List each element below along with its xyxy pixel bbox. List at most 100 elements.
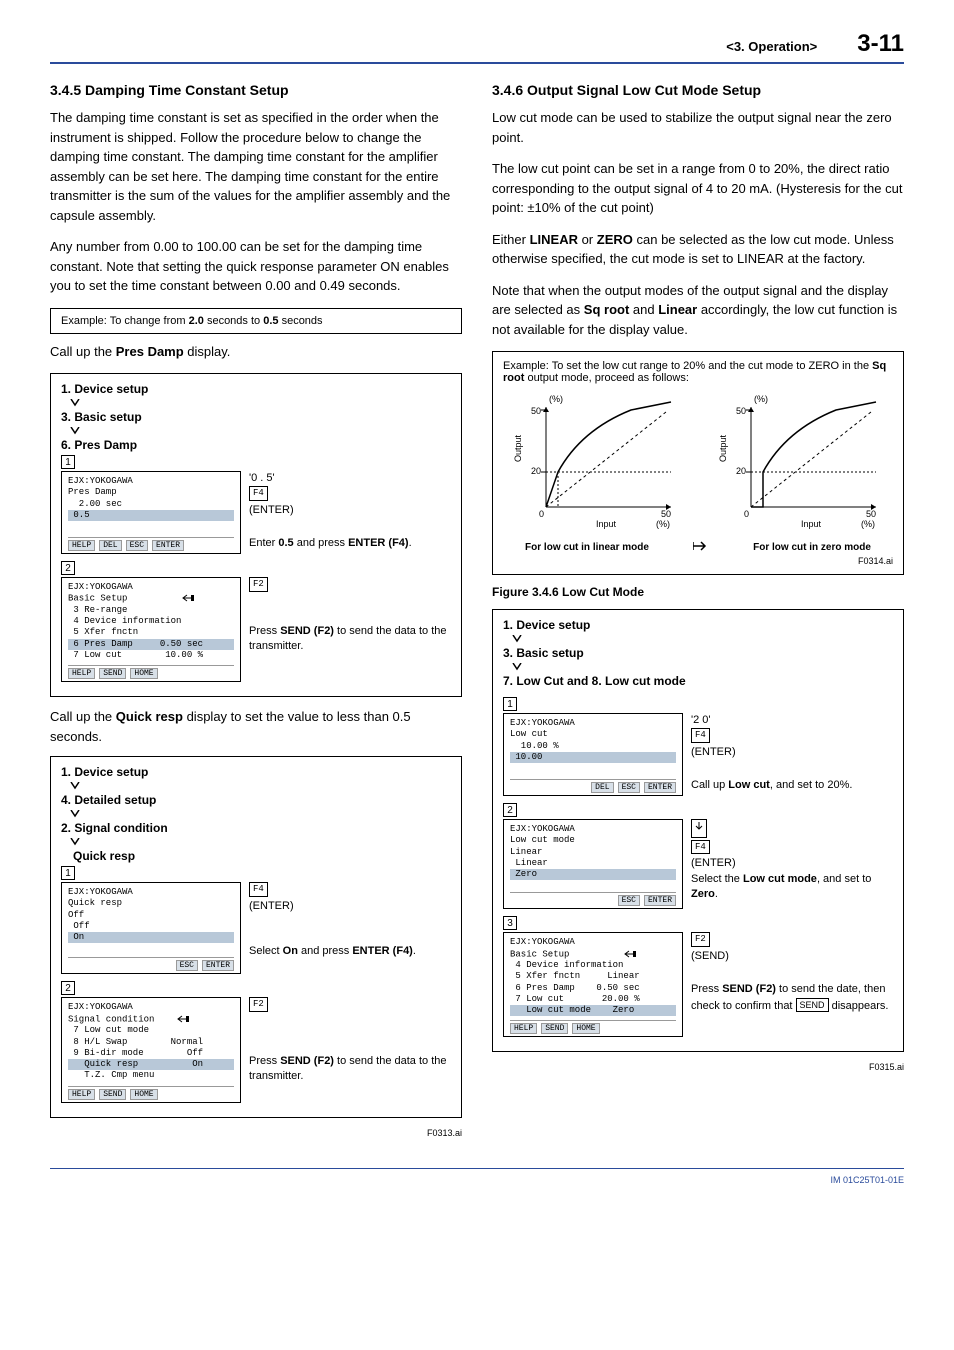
menu-quick-resp: Quick resp: [73, 849, 451, 863]
terminal-del-button[interactable]: DEL: [99, 540, 121, 551]
figure-ref-f0313: F0313.ai: [50, 1128, 462, 1138]
terminal-basic-setup: EJX:YOKOGAWA Basic Setup 3 Re-range 4 De…: [61, 577, 241, 682]
terminal-esc-button[interactable]: ESC: [126, 540, 148, 551]
chart-caption-linear: For low cut in linear mode: [525, 542, 649, 553]
menu-device-setup: 1. Device setup: [61, 765, 451, 779]
terminal-home-button[interactable]: HOME: [130, 1089, 157, 1100]
para-lowcut-3: Either LINEAR or ZERO can be selected as…: [492, 230, 904, 269]
terminal-esc-button[interactable]: ESC: [176, 960, 198, 971]
menu-basic-setup: 3. Basic setup: [503, 646, 893, 660]
terminal-low-cut-mode: EJX:YOKOGAWA Low cut mode Linear Linear …: [503, 819, 683, 909]
step-1: 1: [61, 866, 75, 880]
menu-device-setup: 1. Device setup: [503, 618, 893, 632]
step-2: 2: [503, 803, 517, 817]
svg-text:0: 0: [539, 509, 544, 519]
menu-basic-setup: 3. Basic setup: [61, 410, 451, 424]
f2-keycap: F2: [249, 577, 268, 592]
terminal-send-button[interactable]: SEND: [99, 668, 126, 679]
f4-keycap: F4: [691, 840, 710, 855]
instruction-send: Press SEND (F2) to send the data to the …: [249, 1054, 451, 1085]
svg-text:(%): (%): [861, 519, 875, 529]
menu-pres-damp: 6. Pres Damp: [61, 438, 451, 452]
terminal-home-button[interactable]: HOME: [130, 668, 157, 679]
svg-text:50: 50: [531, 406, 541, 416]
terminal-help-button[interactable]: HELP: [68, 540, 95, 551]
instruction-send-confirm: Press SEND (F2) to send the date, then c…: [691, 982, 893, 1014]
terminal-basic-setup-lowcut: EJX:YOKOGAWA Basic Setup 4 Device inform…: [503, 932, 683, 1037]
page-header: <3. Operation> 3-11: [50, 30, 904, 64]
step-2: 2: [61, 561, 75, 575]
svg-text:Input: Input: [801, 519, 822, 529]
f2-keycap: F2: [249, 997, 268, 1012]
send-label: (SEND): [691, 949, 893, 964]
terminal-del-button[interactable]: DEL: [591, 782, 613, 793]
para-damping-2: Any number from 0.00 to 100.00 can be se…: [50, 237, 462, 296]
down-arrow-icon: [69, 426, 81, 436]
svg-text:(%): (%): [656, 519, 670, 529]
svg-text:0: 0: [744, 509, 749, 519]
terminal-pres-damp: EJX:YOKOGAWA Pres Damp 2.00 sec 0.5 HELP…: [61, 471, 241, 554]
terminal-esc-button[interactable]: ESC: [618, 782, 640, 793]
instruction-lowcut-20: Call up Low cut, and set to 20%.: [691, 778, 893, 793]
terminal-send-button[interactable]: SEND: [99, 1089, 126, 1100]
svg-text:(%): (%): [549, 394, 563, 404]
terminal-enter-button[interactable]: ENTER: [202, 960, 234, 971]
down-arrow-icon: [69, 781, 81, 791]
down-key-icon: [691, 819, 707, 838]
enter-label: (ENTER): [691, 856, 893, 871]
example-box-damping: Example: To change from 2.0 seconds to 0…: [50, 308, 462, 334]
chart-linear-mode: (%) 50 20 0 50 (%) Output Input: [511, 392, 681, 535]
terminal-send-button[interactable]: SEND: [541, 1023, 568, 1034]
svg-text:50: 50: [661, 509, 671, 519]
arrow-right-icon: [693, 541, 709, 554]
page-footer: IM 01C25T01-01E: [50, 1168, 904, 1185]
down-arrow-icon: [511, 662, 523, 672]
terminal-esc-button[interactable]: ESC: [618, 895, 640, 906]
heading-3-4-5: 3.4.5 Damping Time Constant Setup: [50, 82, 462, 98]
enter-label: (ENTER): [691, 745, 893, 760]
svg-text:20: 20: [736, 466, 746, 476]
step-3: 3: [503, 916, 517, 930]
instruction-select-on: Select On and press ENTER (F4).: [249, 944, 451, 959]
f4-keycap: F4: [691, 728, 710, 743]
heading-3-4-6: 3.4.6 Output Signal Low Cut Mode Setup: [492, 82, 904, 98]
example-text: Example: To set the low cut range to 20%…: [503, 360, 893, 384]
para-lowcut-2: The low cut point can be set in a range …: [492, 159, 904, 218]
para-damping-1: The damping time constant is set as spec…: [50, 108, 462, 225]
menu-device-setup: 1. Device setup: [61, 382, 451, 396]
terminal-enter-button[interactable]: ENTER: [644, 782, 676, 793]
terminal-help-button[interactable]: HELP: [68, 1089, 95, 1100]
f4-keycap: F4: [249, 486, 268, 501]
down-arrow-icon: [69, 809, 81, 819]
step-2: 2: [61, 981, 75, 995]
down-arrow-icon: [511, 634, 523, 644]
figure-caption-346: Figure 3.4.6 Low Cut Mode: [492, 585, 904, 599]
terminal-home-button[interactable]: HOME: [572, 1023, 599, 1034]
header-page-number: 3-11: [857, 30, 904, 58]
terminal-help-button[interactable]: HELP: [510, 1023, 537, 1034]
enter-label: (ENTER): [249, 899, 451, 914]
terminal-enter-button[interactable]: ENTER: [644, 895, 676, 906]
instruction-select-zero: Select the Low cut mode, and set to Zero…: [691, 872, 893, 903]
send-icon: [176, 1014, 190, 1024]
svg-text:50: 50: [736, 406, 746, 416]
down-arrow-icon: [69, 837, 81, 847]
svg-text:50: 50: [866, 509, 876, 519]
svg-text:Output: Output: [513, 434, 523, 462]
terminal-help-button[interactable]: HELP: [68, 668, 95, 679]
menu-signal-condition: 2. Signal condition: [61, 821, 451, 835]
enter-label: (ENTER): [249, 503, 451, 518]
chart-zero-mode: (%) 50 20 0 50 (%) Output Input: [716, 392, 886, 535]
f2-keycap: F2: [691, 932, 710, 947]
procedure-box-quickresp: 1. Device setup 4. Detailed setup 2. Sig…: [50, 756, 462, 1117]
example-box-lowcut: Example: To set the low cut range to 20%…: [492, 351, 904, 575]
f4-keycap: F4: [249, 882, 268, 897]
svg-text:Output: Output: [718, 434, 728, 462]
chart-caption-zero: For low cut in zero mode: [753, 542, 871, 553]
input-value: '2 0': [691, 713, 893, 728]
figure-ref-f0315: F0315.ai: [492, 1062, 904, 1072]
callup-quick-resp: Call up the Quick resp display to set th…: [50, 707, 462, 746]
terminal-enter-button[interactable]: ENTER: [152, 540, 184, 551]
svg-text:20: 20: [531, 466, 541, 476]
menu-detailed-setup: 4. Detailed setup: [61, 793, 451, 807]
